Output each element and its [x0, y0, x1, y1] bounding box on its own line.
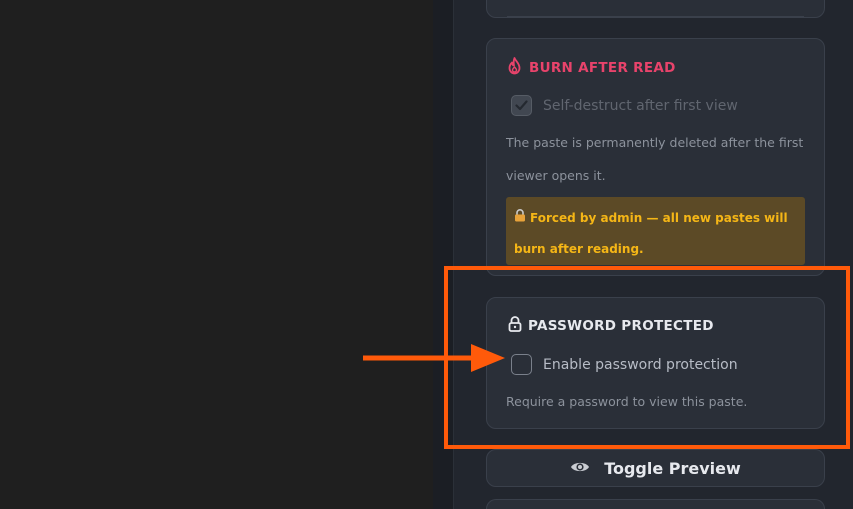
lock-icon — [508, 316, 522, 336]
burn-title-text: BURN AFTER READ — [529, 60, 676, 76]
toggle-preview-label: Toggle Preview — [604, 458, 741, 478]
password-protection-label: Enable password protection — [543, 356, 738, 373]
lock-icon — [514, 203, 526, 234]
self-destruct-label: Self-destruct after first view — [543, 97, 738, 114]
password-protection-checkbox[interactable] — [511, 354, 532, 375]
burn-after-read-card: BURN AFTER READ Self-destruct after firs… — [486, 38, 825, 276]
checkmark-icon — [515, 96, 528, 115]
eye-icon — [570, 459, 590, 478]
password-title-text: PASSWORD PROTECTED — [528, 318, 714, 334]
toggle-preview-button[interactable]: Toggle Preview — [486, 449, 825, 487]
password-protection-option[interactable]: Enable password protection — [511, 354, 738, 375]
admin-warning-text: Forced by admin — all new pastes will bu… — [514, 211, 788, 256]
self-destruct-option[interactable]: Self-destruct after first view — [511, 95, 738, 116]
next-option-card — [486, 499, 825, 509]
password-protected-card: PASSWORD PROTECTED Enable password prote… — [486, 297, 825, 429]
fire-icon — [506, 57, 523, 79]
burn-description: The paste is permanently deleted after t… — [506, 135, 804, 183]
password-protected-title: PASSWORD PROTECTED — [508, 316, 714, 336]
card-divider — [507, 16, 804, 18]
password-description: Require a password to view this paste. — [506, 394, 748, 409]
editor-pane — [0, 0, 433, 509]
sidebar-gutter — [433, 0, 453, 509]
admin-warning-banner: Forced by admin — all new pastes will bu… — [506, 197, 805, 265]
burn-after-read-title: BURN AFTER READ — [506, 57, 676, 79]
previous-option-card — [486, 0, 825, 18]
self-destruct-checkbox[interactable] — [511, 95, 532, 116]
